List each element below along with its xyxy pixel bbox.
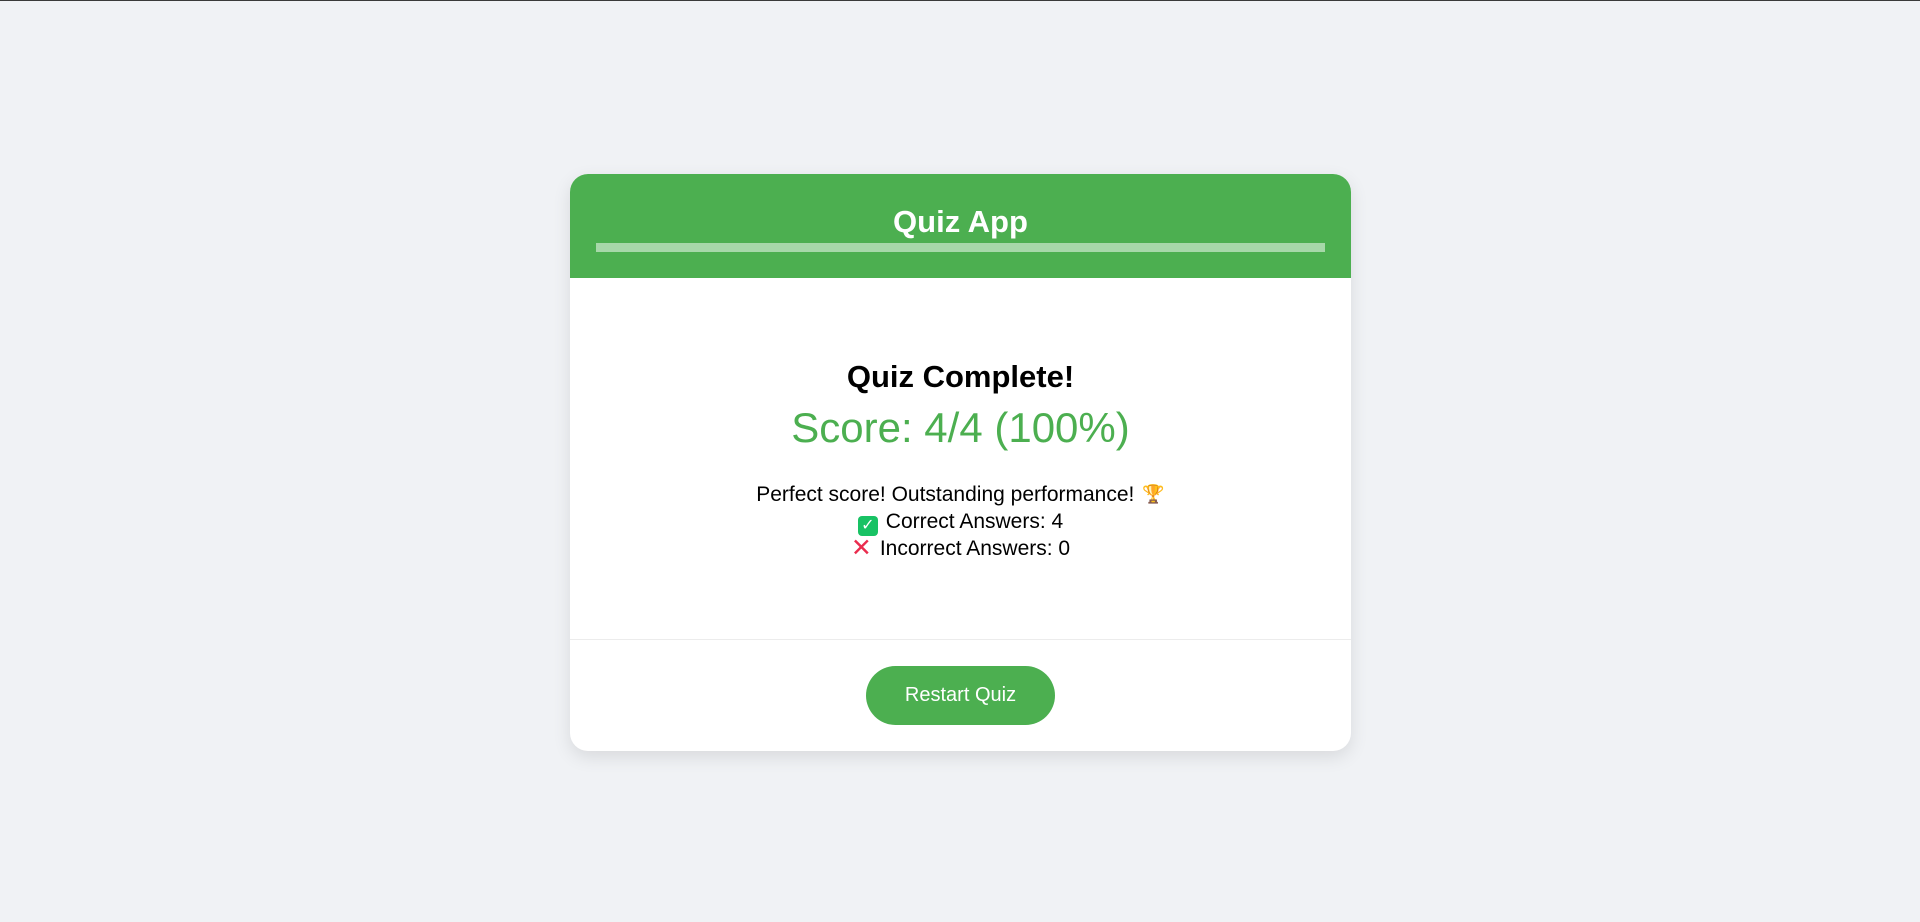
correct-answers-label: Correct Answers: 4: [885, 510, 1064, 533]
restart-quiz-button[interactable]: Restart Quiz: [866, 666, 1055, 725]
app-title: Quiz App: [893, 204, 1028, 239]
result-message-line: Perfect score! Outstanding performance! 🏆: [570, 481, 1351, 508]
check-mark-icon: ✓: [857, 516, 878, 536]
score-text: Score: 4/4 (100%): [791, 404, 1130, 451]
quiz-card: Quiz App Quiz Complete! Score: 4/4 (100%…: [570, 174, 1351, 751]
correct-answers-line: ✓ Correct Answers: 4: [570, 508, 1351, 536]
result-panel: Quiz Complete! Score: 4/4 (100%) Perfect…: [570, 278, 1351, 612]
footer-divider: [570, 639, 1351, 640]
progress-bar: [596, 243, 1325, 252]
incorrect-answers-line: ✕ Incorrect Answers: 0: [570, 535, 1351, 562]
progress-bar-fill: [596, 243, 1325, 252]
result-message: Perfect score! Outstanding performance!: [756, 483, 1135, 506]
trophy-icon: 🏆: [1142, 484, 1165, 504]
cross-mark-icon: ✕: [850, 534, 872, 562]
result-heading: Quiz Complete!: [846, 359, 1075, 394]
quiz-header: Quiz App: [570, 174, 1351, 278]
incorrect-answers-label: Incorrect Answers: 0: [879, 537, 1071, 560]
